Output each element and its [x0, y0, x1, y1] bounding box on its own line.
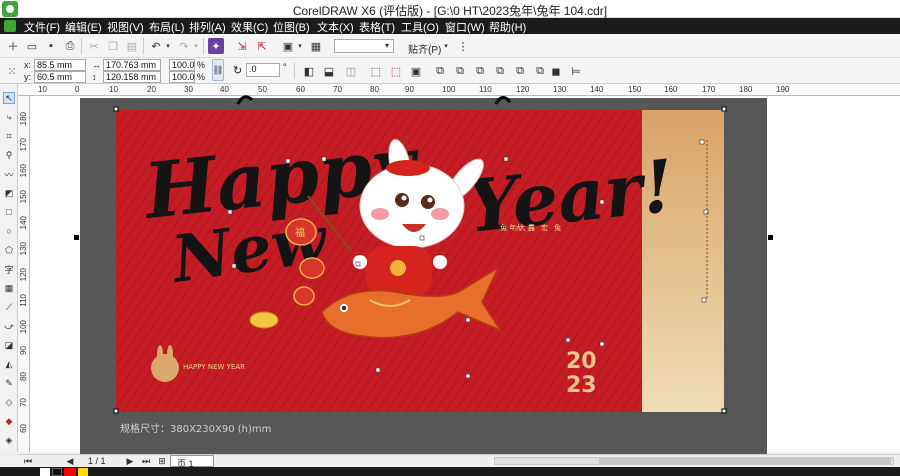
gold-ingot[interactable]: [249, 311, 279, 329]
scrollbar-thumb[interactable]: [599, 458, 891, 464]
slogan-char: 宏: [541, 223, 548, 232]
slogan-char: 大: [515, 223, 522, 232]
slogan-char: 展: [528, 224, 535, 232]
bag-handle-left: [236, 95, 254, 105]
horizontal-scrollbar[interactable]: [494, 457, 894, 465]
palette-swatch-yellow[interactable]: [78, 468, 88, 476]
selection-handle[interactable]: [113, 408, 119, 414]
page-tab[interactable]: 页 1: [170, 455, 214, 469]
selection-handle[interactable]: [721, 408, 727, 414]
lantern-bottom[interactable]: [293, 286, 315, 306]
page-side-handle[interactable]: [768, 235, 773, 240]
page-counter: 1 / 1: [88, 456, 106, 466]
year-digits-top[interactable]: 20: [566, 349, 597, 374]
badge-text: HAPPY NEW YEAR: [183, 363, 245, 371]
page-navigator: ⏮ ◀ 1 / 1 ▶ ⏭ ⊞ 页 1: [18, 454, 900, 469]
selection-handle[interactable]: [721, 106, 727, 112]
year-digits-bottom[interactable]: 23: [566, 373, 597, 398]
spec-footer-text: 规格尺寸：380X230X90 (h)mm: [120, 422, 271, 435]
color-palette-bar: [0, 467, 900, 476]
palette-swatch-red[interactable]: [64, 468, 76, 476]
palette-swatch-black[interactable]: [52, 468, 62, 476]
slogan-char: 兔: [554, 223, 561, 232]
lantern-label: 福: [295, 226, 305, 239]
page-side-handle[interactable]: [74, 235, 79, 240]
lantern-middle[interactable]: [299, 257, 325, 279]
artwork-canvas[interactable]: Happy New Year! 兔 年 大 吉 大 展 宏 兔 福 HAPPY …: [0, 0, 900, 476]
bag-handle-right: [494, 96, 512, 105]
selection-handle[interactable]: [113, 106, 119, 112]
palette-swatch-white[interactable]: [40, 468, 50, 476]
coreldraw-window: CorelDRAW X6 (评估版) - [G:\0 HT\2023兔年\兔年 …: [0, 0, 900, 476]
